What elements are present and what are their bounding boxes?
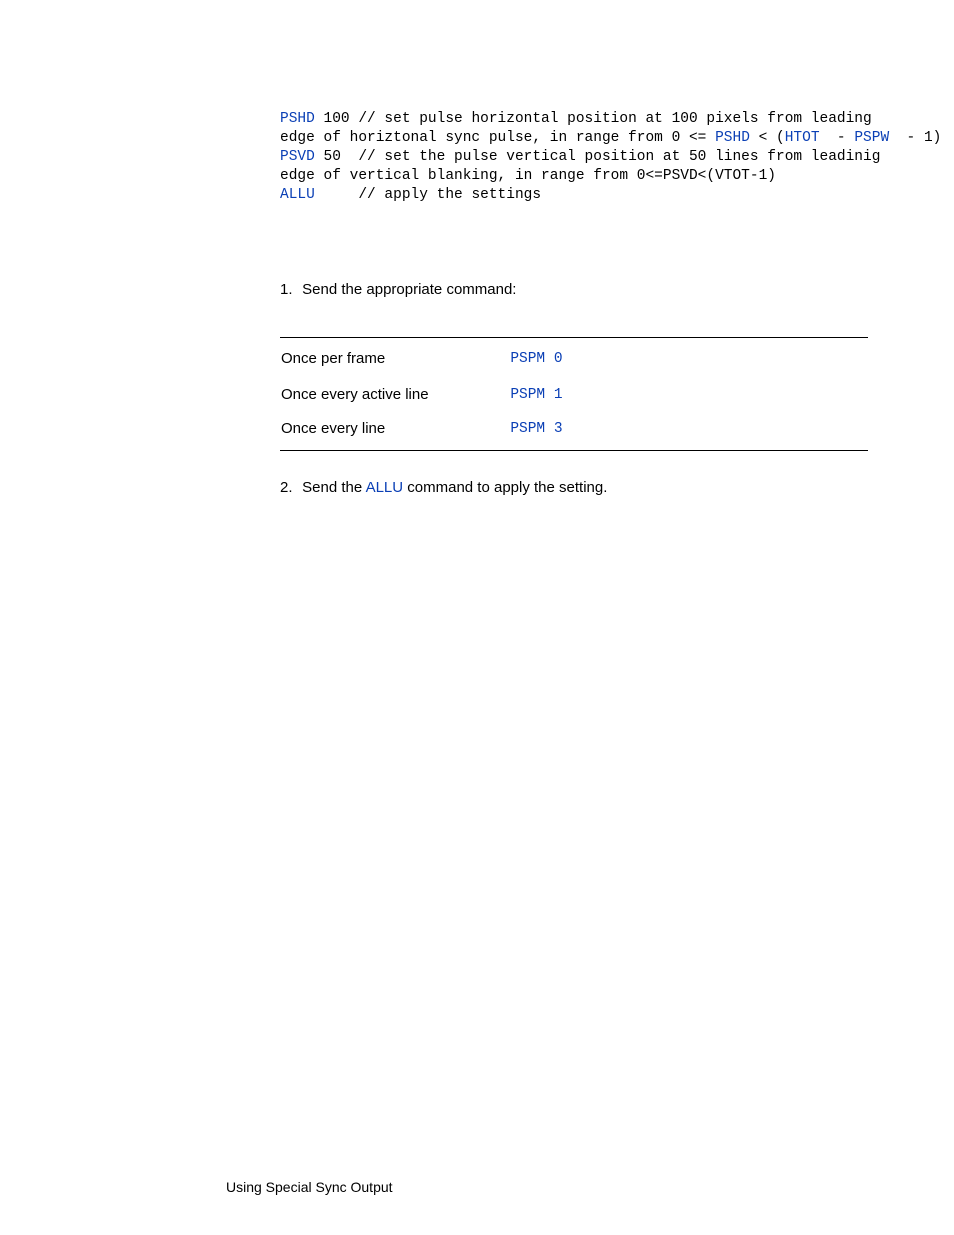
step-2: 2. Send the ALLU command to apply the se… <box>280 477 874 499</box>
command-table: Once per frame PSPM 0 Once every active … <box>280 337 874 451</box>
code-keyword: PSHD <box>715 130 750 146</box>
table-cell-command: PSPM 1 <box>509 378 868 412</box>
code-text: - <box>820 130 855 146</box>
code-text: - 1) <box>889 130 941 146</box>
table-cell-label: Once every line <box>280 412 509 451</box>
code-text: < ( <box>750 130 785 146</box>
step-text: command to apply the setting. <box>403 479 607 496</box>
step-number: 1. <box>280 279 298 301</box>
code-keyword: PSVD <box>280 149 315 165</box>
code-text: edge of horiztonal sync pulse, in range … <box>280 130 672 146</box>
step-text: Send the <box>302 479 365 496</box>
page-footer: Using Special Sync Output <box>226 1179 393 1195</box>
code-block: PSHD 100 // set pulse horizontal positio… <box>280 110 874 205</box>
step-1: 1. Send the appropriate command: <box>280 279 874 301</box>
allu-link[interactable]: ALLU <box>366 479 404 496</box>
table-row: Once every line PSPM 3 <box>280 412 868 451</box>
code-keyword: PSPW <box>854 130 889 146</box>
step-text: Send the appropriate command: <box>302 281 516 298</box>
table-row: Once every active line PSPM 1 <box>280 378 868 412</box>
step-list: 1. Send the appropriate command: Once pe… <box>280 279 874 499</box>
code-keyword: HTOT <box>785 130 820 146</box>
code-text: 100 // set pulse horizontal position at … <box>315 111 872 127</box>
code-text: edge of vertical blanking, in range from… <box>280 168 776 184</box>
table-cell-command: PSPM 0 <box>509 338 868 379</box>
code-text: // apply the settings <box>315 187 541 203</box>
code-text: 0 <= <box>672 130 716 146</box>
step-number: 2. <box>280 477 298 499</box>
table-cell-label: Once per frame <box>280 338 509 379</box>
code-keyword: ALLU <box>280 187 315 203</box>
code-text: 50 // set the pulse vertical position at… <box>315 149 881 165</box>
table-cell-command: PSPM 3 <box>509 412 868 451</box>
page: PSHD 100 // set pulse horizontal positio… <box>0 0 954 1235</box>
code-keyword: PSHD <box>280 111 315 127</box>
table-row: Once per frame PSPM 0 <box>280 338 868 379</box>
table-cell-label: Once every active line <box>280 378 509 412</box>
